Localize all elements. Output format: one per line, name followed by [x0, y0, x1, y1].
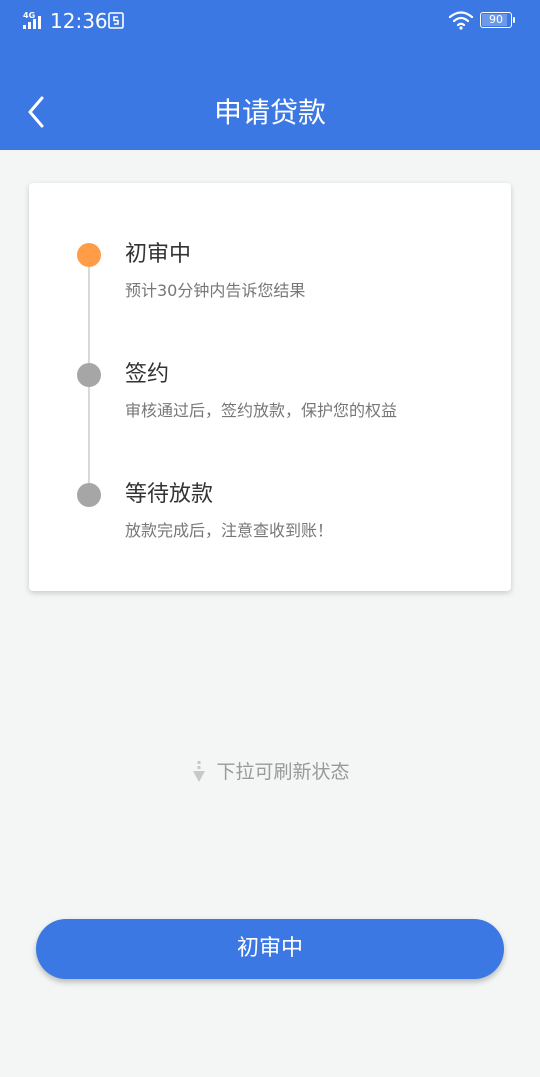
wifi-icon [448, 11, 474, 30]
step-dot-pending [77, 363, 101, 387]
signal-4g-icon: 4G [23, 11, 41, 29]
step-title: 等待放款 [125, 482, 214, 507]
status-bar: 4G 12:36 90 [0, 0, 540, 42]
step-desc: 放款完成后，注意查收到账！ [125, 521, 334, 540]
page-title: 申请贷款 [213, 96, 326, 129]
step-title: 签约 [125, 362, 170, 387]
step-desc: 审核通过后，签约放款，保护您的权益 [125, 401, 398, 420]
battery-label: 90 [489, 13, 503, 26]
step-dot-active [77, 243, 101, 267]
pull-hint-text: 下拉可刷新状态 [216, 761, 350, 783]
step-dot-pending [77, 483, 101, 507]
app-header: 4G 12:36 90 申请贷款 [0, 0, 540, 150]
progress-card: 初审中 预计30分钟内告诉您结果 签约 审核通过后，签约放款，保护您的权益 等待… [29, 183, 511, 591]
sim-card-icon [108, 12, 124, 29]
step-desc: 预计30分钟内告诉您结果 [125, 281, 306, 300]
battery-cap [513, 17, 515, 23]
arrow-down-icon [193, 761, 206, 782]
battery-icon: 90 [480, 12, 515, 28]
svg-text:4G: 4G [23, 11, 35, 20]
pull-to-refresh-hint: 下拉可刷新状态 [0, 758, 540, 788]
status-time: 12:36 [50, 9, 108, 33]
review-status-button[interactable]: 初审中 [36, 919, 504, 979]
step-title: 初审中 [125, 242, 192, 267]
